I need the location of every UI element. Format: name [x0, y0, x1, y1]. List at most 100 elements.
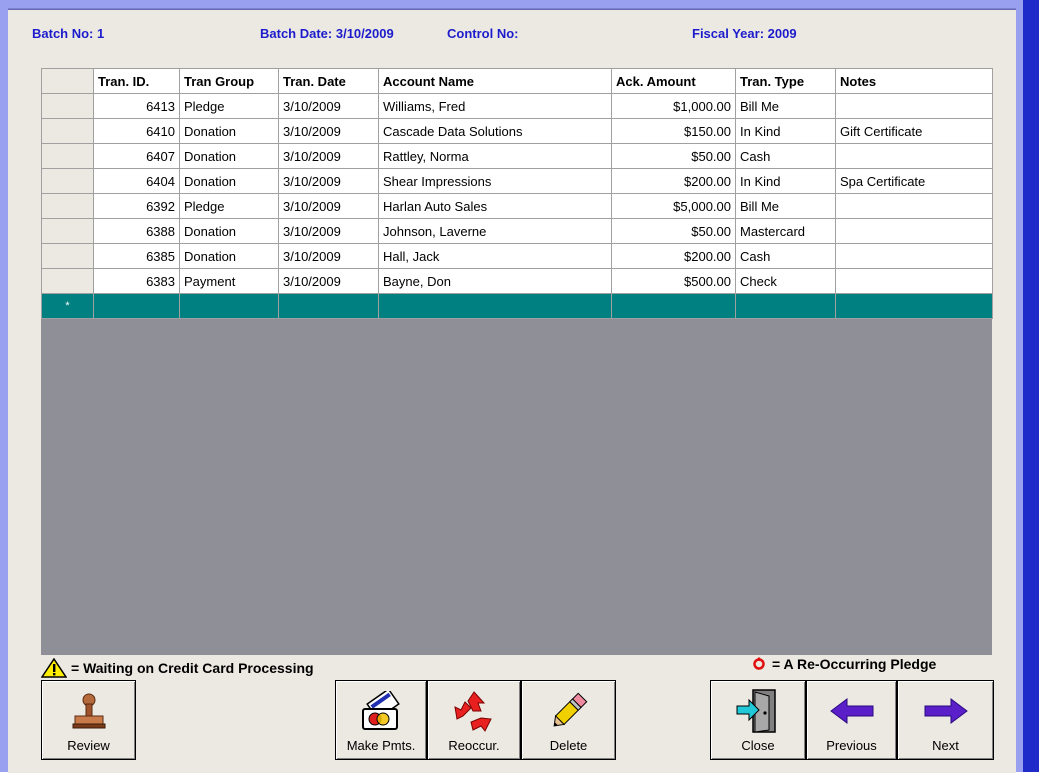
cell-ack-amount[interactable]: $50.00 [611, 218, 736, 244]
new-cell[interactable] [735, 293, 836, 319]
cell-notes[interactable] [835, 193, 993, 219]
cell-account-name[interactable]: Johnson, Laverne [378, 218, 612, 244]
row-selector[interactable] [41, 118, 94, 144]
table-row[interactable]: 6385 Donation 3/10/2009 Hall, Jack $200.… [41, 243, 993, 269]
column-header-tran-id[interactable]: Tran. ID. [93, 68, 180, 94]
new-record-row[interactable]: * [41, 293, 993, 319]
cell-notes[interactable] [835, 93, 993, 119]
delete-button[interactable]: Delete [521, 680, 616, 760]
new-cell[interactable] [93, 293, 180, 319]
cell-tran-type[interactable]: Cash [735, 143, 836, 169]
next-button[interactable]: Next [897, 680, 994, 760]
cell-account-name[interactable]: Rattley, Norma [378, 143, 612, 169]
cell-tran-group[interactable]: Donation [179, 243, 279, 269]
row-selector[interactable] [41, 143, 94, 169]
recurring-legend-text: = A Re-Occurring Pledge [772, 656, 937, 672]
row-selector[interactable] [41, 218, 94, 244]
cell-tran-date[interactable]: 3/10/2009 [278, 218, 379, 244]
cell-tran-date[interactable]: 3/10/2009 [278, 243, 379, 269]
cell-tran-group[interactable]: Pledge [179, 93, 279, 119]
row-selector[interactable] [41, 243, 94, 269]
cell-tran-type[interactable]: Bill Me [735, 193, 836, 219]
cell-tran-date[interactable]: 3/10/2009 [278, 193, 379, 219]
column-header-tran-type[interactable]: Tran. Type [735, 68, 836, 94]
cell-tran-date[interactable]: 3/10/2009 [278, 268, 379, 294]
cell-tran-id[interactable]: 6407 [93, 143, 180, 169]
cell-tran-id[interactable]: 6383 [93, 268, 180, 294]
reoccur-button[interactable]: Reoccur. [427, 680, 521, 760]
cell-account-name[interactable]: Hall, Jack [378, 243, 612, 269]
column-header-notes[interactable]: Notes [835, 68, 993, 94]
column-header-ack-amount[interactable]: Ack. Amount [611, 68, 736, 94]
new-cell[interactable] [278, 293, 379, 319]
column-header-tran-date[interactable]: Tran. Date [278, 68, 379, 94]
cell-tran-type[interactable]: In Kind [735, 168, 836, 194]
cell-notes[interactable]: Gift Certificate [835, 118, 993, 144]
cell-ack-amount[interactable]: $1,000.00 [611, 93, 736, 119]
cell-ack-amount[interactable]: $50.00 [611, 143, 736, 169]
table-row[interactable]: 6404 Donation 3/10/2009 Shear Impression… [41, 168, 993, 194]
cell-notes[interactable] [835, 218, 993, 244]
table-row[interactable]: 6410 Donation 3/10/2009 Cascade Data Sol… [41, 118, 993, 144]
cell-tran-group[interactable]: Donation [179, 218, 279, 244]
cell-tran-id[interactable]: 6413 [93, 93, 180, 119]
credit-card-legend: = Waiting on Credit Card Processing [40, 657, 314, 678]
row-selector[interactable] [41, 93, 94, 119]
table-row[interactable]: 6407 Donation 3/10/2009 Rattley, Norma $… [41, 143, 993, 169]
cell-tran-type[interactable]: Check [735, 268, 836, 294]
cell-account-name[interactable]: Cascade Data Solutions [378, 118, 612, 144]
window-frame-right-inner [1016, 0, 1023, 772]
cell-tran-id[interactable]: 6410 [93, 118, 180, 144]
new-cell[interactable] [835, 293, 993, 319]
cell-tran-id[interactable]: 6404 [93, 168, 180, 194]
row-selector[interactable] [41, 268, 94, 294]
cell-notes[interactable] [835, 143, 993, 169]
cell-notes[interactable] [835, 243, 993, 269]
cell-account-name[interactable]: Harlan Auto Sales [378, 193, 612, 219]
cell-tran-type[interactable]: Cash [735, 243, 836, 269]
cell-tran-group[interactable]: Payment [179, 268, 279, 294]
new-cell[interactable] [378, 293, 612, 319]
cell-account-name[interactable]: Shear Impressions [378, 168, 612, 194]
cell-tran-group[interactable]: Donation [179, 168, 279, 194]
new-cell[interactable] [611, 293, 736, 319]
close-button[interactable]: Close [710, 680, 806, 760]
table-row[interactable]: 6392 Pledge 3/10/2009 Harlan Auto Sales … [41, 193, 993, 219]
review-button[interactable]: Review [41, 680, 136, 760]
cell-ack-amount[interactable]: $5,000.00 [611, 193, 736, 219]
column-header-tran-group[interactable]: Tran Group [179, 68, 279, 94]
cell-ack-amount[interactable]: $200.00 [611, 243, 736, 269]
column-header-account-name[interactable]: Account Name [378, 68, 612, 94]
cell-account-name[interactable]: Bayne, Don [378, 268, 612, 294]
cell-notes[interactable] [835, 268, 993, 294]
cell-account-name[interactable]: Williams, Fred [378, 93, 612, 119]
cell-tran-group[interactable]: Donation [179, 118, 279, 144]
table-row[interactable]: 6383 Payment 3/10/2009 Bayne, Don $500.0… [41, 268, 993, 294]
cell-ack-amount[interactable]: $200.00 [611, 168, 736, 194]
cell-tran-date[interactable]: 3/10/2009 [278, 93, 379, 119]
cell-tran-date[interactable]: 3/10/2009 [278, 168, 379, 194]
cell-notes[interactable]: Spa Certificate [835, 168, 993, 194]
cell-tran-type[interactable]: Bill Me [735, 93, 836, 119]
new-row-marker[interactable]: * [41, 293, 94, 319]
cell-ack-amount[interactable]: $500.00 [611, 268, 736, 294]
new-cell[interactable] [179, 293, 279, 319]
table-row[interactable]: 6388 Donation 3/10/2009 Johnson, Laverne… [41, 218, 993, 244]
make-payments-button[interactable]: Make Pmts. [335, 680, 427, 760]
cell-tran-id[interactable]: 6385 [93, 243, 180, 269]
cell-tran-date[interactable]: 3/10/2009 [278, 143, 379, 169]
table-row[interactable]: 6413 Pledge 3/10/2009 Williams, Fred $1,… [41, 93, 993, 119]
cell-tran-group[interactable]: Pledge [179, 193, 279, 219]
row-selector[interactable] [41, 193, 94, 219]
cell-tran-id[interactable]: 6388 [93, 218, 180, 244]
cell-ack-amount[interactable]: $150.00 [611, 118, 736, 144]
cell-tran-group[interactable]: Donation [179, 143, 279, 169]
cell-tran-type[interactable]: In Kind [735, 118, 836, 144]
cell-tran-id[interactable]: 6392 [93, 193, 180, 219]
row-selector[interactable] [41, 168, 94, 194]
grid-header-row: Tran. ID. Tran Group Tran. Date Account … [41, 68, 993, 94]
credit-card-icon [336, 689, 426, 733]
cell-tran-date[interactable]: 3/10/2009 [278, 118, 379, 144]
previous-button[interactable]: Previous [806, 680, 897, 760]
cell-tran-type[interactable]: Mastercard [735, 218, 836, 244]
